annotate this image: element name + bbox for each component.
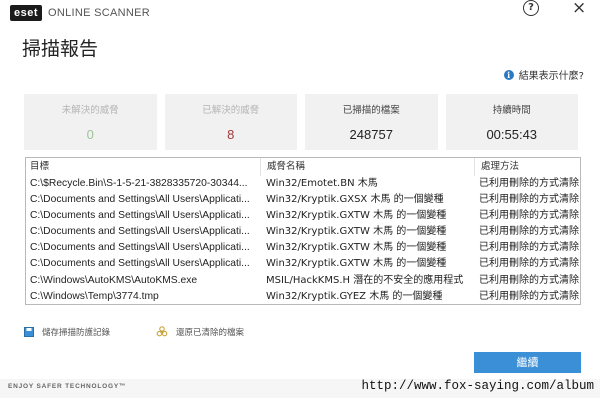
cell-action: 已利用刪除的方式清除 bbox=[479, 194, 579, 206]
stats-panel: 未解決的威脅 0 已解決的威脅 8 已掃描的檔案 248757 持續時間 00:… bbox=[24, 94, 578, 150]
info-link-label: 結果表示什麼? bbox=[518, 71, 584, 82]
stat-unresolved: 未解決的威脅 0 bbox=[24, 94, 157, 150]
cell-threat: Win32/Kryptik.GXTW 木馬 的一個變種 bbox=[266, 242, 447, 254]
table-row[interactable]: C:\Documents and Settings\All Users\Appl… bbox=[26, 208, 580, 224]
cell-target: C:\Documents and Settings\All Users\Appl… bbox=[30, 210, 250, 222]
bottom-links: 儲存掃描防護記錄 還原已清除的檔案 bbox=[24, 326, 290, 338]
cell-target: C:\$Recycle.Bin\S-1-5-21-3828335720-3034… bbox=[30, 178, 248, 189]
stat-label: 持續時間 bbox=[492, 105, 531, 116]
title-bar: eset ONLINE SCANNER ? × bbox=[0, 0, 600, 26]
column-header-threat[interactable]: 威脅名稱 bbox=[261, 158, 475, 176]
stat-resolved: 已解決的威脅 8 bbox=[164, 94, 297, 150]
cell-action: 已利用刪除的方式清除 bbox=[479, 290, 579, 302]
cell-target: C:\Windows\Temp\3774.tmp bbox=[30, 290, 159, 302]
save-log-link[interactable]: 儲存掃描防護記錄 bbox=[24, 326, 110, 338]
table-row[interactable]: C:\Windows\AutoKMS\AutoKMS.exe MSIL/Hack… bbox=[26, 273, 580, 289]
tagline: ENJOY SAFER TECHNOLOGY™ bbox=[8, 383, 127, 390]
stat-value: 0 bbox=[86, 127, 94, 142]
cell-action: 已利用刪除的方式清除 bbox=[479, 178, 579, 189]
product-name: ONLINE SCANNER bbox=[48, 7, 151, 19]
table-row[interactable]: C:\Documents and Settings\All Users\Appl… bbox=[26, 240, 580, 256]
page-title: 掃描報告 bbox=[22, 38, 99, 60]
cell-target: C:\Windows\AutoKMS\AutoKMS.exe bbox=[30, 274, 198, 286]
eset-logo: eset ONLINE SCANNER bbox=[10, 5, 150, 21]
column-header-target[interactable]: 目標 bbox=[26, 158, 261, 176]
table-row[interactable]: C:\Documents and Settings\All Users\Appl… bbox=[26, 192, 580, 208]
save-log-icon bbox=[24, 327, 34, 337]
stat-label: 已解決的威脅 bbox=[202, 105, 260, 116]
stat-scanned-files: 已掃描的檔案 248757 bbox=[305, 94, 438, 150]
stat-label: 已掃描的檔案 bbox=[342, 105, 400, 116]
cell-target: C:\Documents and Settings\All Users\Appl… bbox=[30, 226, 250, 238]
table-row[interactable]: C:\Documents and Settings\All Users\Appl… bbox=[26, 224, 580, 240]
cell-action: 已利用刪除的方式清除 bbox=[479, 274, 579, 286]
cell-target: C:\Documents and Settings\All Users\Appl… bbox=[30, 242, 250, 254]
cell-threat: Win32/Kryptik.GYEZ 木馬 的一個變種 bbox=[266, 290, 443, 302]
save-log-label: 儲存掃描防護記錄 bbox=[42, 328, 111, 338]
cell-action: 已利用刪除的方式清除 bbox=[479, 242, 579, 254]
info-icon: i bbox=[503, 69, 514, 80]
continue-button[interactable]: 繼續 bbox=[474, 352, 581, 373]
cell-threat: Win32/Kryptik.GXTW 木馬 的一個變種 bbox=[266, 226, 447, 238]
watermark-url: http://www.fox-saying.com/album bbox=[361, 379, 594, 393]
table-header: 目標 威脅名稱 處理方法 bbox=[26, 158, 580, 176]
stat-value: 248757 bbox=[349, 127, 393, 142]
cell-threat: Win32/Emotet.BN 木馬 bbox=[266, 178, 378, 189]
footer: ENJOY SAFER TECHNOLOGY™ http://www.fox-s… bbox=[0, 379, 600, 398]
restore-files-label: 還原已清除的檔案 bbox=[176, 328, 245, 338]
help-button[interactable]: ? bbox=[523, 0, 539, 16]
close-button[interactable]: × bbox=[572, 0, 586, 18]
cell-action: 已利用刪除的方式清除 bbox=[479, 210, 579, 222]
restore-files-link[interactable]: 還原已清除的檔案 bbox=[156, 326, 244, 338]
stat-value: 8 bbox=[227, 127, 235, 142]
cell-threat: Win32/Kryptik.GXSX 木馬 的一個變種 bbox=[266, 194, 444, 206]
what-results-mean-link[interactable]: i 結果表示什麼? bbox=[503, 67, 584, 82]
cell-threat: Win32/Kryptik.GXTW 木馬 的一個變種 bbox=[266, 258, 447, 270]
threats-table: 目標 威脅名稱 處理方法 C:\$Recycle.Bin\S-1-5-21-38… bbox=[25, 157, 581, 305]
column-header-action[interactable]: 處理方法 bbox=[475, 158, 580, 176]
cell-threat: MSIL/HackKMS.H 潛在的不安全的應用程式 bbox=[266, 274, 464, 286]
stat-label: 未解決的威脅 bbox=[61, 105, 119, 116]
table-row[interactable]: C:\$Recycle.Bin\S-1-5-21-3828335720-3034… bbox=[26, 176, 580, 192]
table-row[interactable]: C:\Windows\Temp\3774.tmp Win32/Kryptik.G… bbox=[26, 289, 580, 305]
cell-target: C:\Documents and Settings\All Users\Appl… bbox=[30, 258, 250, 270]
cell-threat: Win32/Kryptik.GXTW 木馬 的一個變種 bbox=[266, 210, 447, 222]
cell-target: C:\Documents and Settings\All Users\Appl… bbox=[30, 194, 250, 206]
cell-action: 已利用刪除的方式清除 bbox=[479, 258, 579, 270]
biohazard-icon bbox=[156, 326, 168, 337]
cell-action: 已利用刪除的方式清除 bbox=[479, 226, 579, 238]
logo-mark: eset bbox=[10, 5, 43, 21]
stat-value: 00:55:43 bbox=[486, 127, 538, 142]
stat-duration: 持續時間 00:55:43 bbox=[445, 94, 578, 150]
table-row[interactable]: C:\Documents and Settings\All Users\Appl… bbox=[26, 256, 580, 272]
